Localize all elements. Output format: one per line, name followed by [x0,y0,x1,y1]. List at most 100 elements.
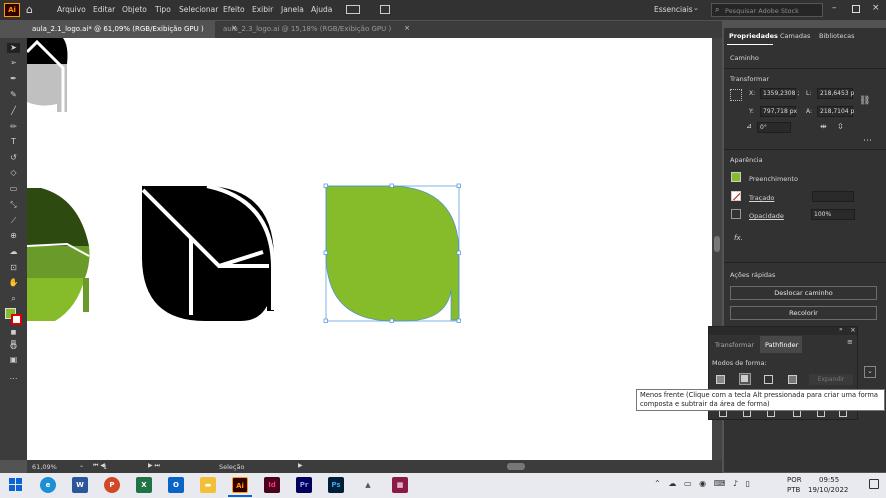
exclude-icon[interactable] [788,375,797,384]
premiere-icon[interactable]: Pr [296,477,312,493]
recolor-button[interactable]: Recolorir [730,306,877,320]
powerpoint-icon[interactable]: P [104,477,120,493]
more-options-icon[interactable]: ⋯ [863,136,872,146]
effects-icon[interactable]: fx. [734,234,743,242]
fill-color-swatch[interactable] [731,172,741,182]
more-tools-icon[interactable]: ⋯ [7,374,20,384]
collapse-icon[interactable]: » [839,326,843,333]
file-explorer-icon[interactable]: ▬ [200,477,216,493]
stroke-color-swatch[interactable] [731,191,741,201]
width-field[interactable]: 218,6453 p [817,88,854,99]
opacity-field[interactable]: 100% [811,209,855,220]
clock-date[interactable]: 19/10/2022 [808,486,848,494]
panel-menu-icon[interactable]: ≡ [847,338,853,346]
workspace-switcher[interactable]: Essenciais [654,5,693,14]
search-stock-field[interactable]: ⌕ Pesquisar Adobe Stock [711,3,823,17]
edge-icon[interactable]: e [40,477,56,493]
maximize-button[interactable] [852,5,860,13]
gray-logo-fragment[interactable] [27,38,68,112]
photoshop-icon[interactable]: Ps [328,477,344,493]
pen-tool-icon[interactable]: ✒ [7,74,20,84]
symbol-sprayer-tool-icon[interactable]: ☁ [7,247,20,257]
windows-start-icon[interactable] [9,478,23,492]
close-icon[interactable]: × [850,326,856,334]
stroke-label[interactable]: Traçado [749,194,774,202]
green-logo-fragment[interactable] [27,188,90,321]
tab-libraries[interactable]: Bibliotecas [819,32,854,40]
arrange-documents-icon[interactable] [346,5,360,14]
status-arrow-icon[interactable]: ▶ [298,462,303,469]
flip-vertical-icon[interactable]: ⇳ [837,122,844,131]
y-field[interactable]: 797,718 px [760,106,797,117]
zoom-level[interactable]: 61,09% [32,463,57,471]
type-tool-icon[interactable]: T [7,137,20,147]
dropdown-button[interactable]: ⌄ [864,366,876,378]
selected-green-leaf[interactable] [323,183,461,323]
menu-tipo[interactable]: Tipo [155,5,171,14]
tab-layers[interactable]: Camadas [780,32,810,40]
notifications-icon[interactable] [869,479,879,489]
teams-icon[interactable]: ▲ [360,477,376,493]
excel-icon[interactable]: X [136,477,152,493]
flip-horizontal-icon[interactable]: ⇹ [820,122,827,131]
rotate-tool-icon[interactable]: ↺ [7,153,20,163]
menu-objeto[interactable]: Objeto [122,5,147,14]
language-code[interactable]: POR [787,476,802,484]
curvature-tool-icon[interactable]: ✎ [7,90,20,100]
link-proportions-icon[interactable]: ⛓ [859,96,870,106]
artboard-tool-icon[interactable]: ⊡ [7,263,20,273]
eyedropper-tool-icon[interactable]: ⟋ [7,216,20,226]
color-mode-icon[interactable]: ■ ▨ [7,328,20,346]
expand-button[interactable]: Expandir [809,374,853,385]
screen-mode-icon[interactable]: ▣ [7,355,20,365]
menu-exibir[interactable]: Exibir [252,5,273,14]
minimize-button[interactable]: – [832,3,837,13]
pencil-tool-icon[interactable]: ✏ [7,122,20,132]
artboard[interactable] [27,38,712,460]
gpu-icon[interactable] [380,5,390,14]
angle-field[interactable]: 0° [757,122,791,133]
menu-arquivo[interactable]: Arquivo [57,5,86,14]
reference-point-icon[interactable] [730,89,742,101]
scroll-thumb[interactable] [714,236,720,252]
tab-aula-2-3[interactable]: aula_2.3_logo.ai @ 15,18% (RGB/Exibição … [218,21,410,38]
unite-icon[interactable] [716,375,725,384]
line-tool-icon[interactable]: ╱ [7,106,20,116]
zoom-tool-icon[interactable]: ⌕ [7,294,20,304]
eraser-tool-icon[interactable]: ◇ [7,168,20,178]
menu-ajuda[interactable]: Ajuda [311,5,332,14]
menu-editar[interactable]: Editar [93,5,115,14]
outlook-icon[interactable]: O [168,477,184,493]
rectangle-tool-icon[interactable]: ▭ [7,184,20,194]
offset-path-button[interactable]: Deslocar caminho [730,286,877,300]
draw-mode-icon[interactable]: ◍ [7,341,20,351]
stroke-swatch[interactable] [11,314,22,325]
home-icon[interactable]: ⌂ [26,3,38,16]
artboard-next-icon[interactable]: ▶ ⏭ [148,462,160,470]
x-field[interactable]: 1359,2308 ; [760,88,799,99]
black-leaf-logo[interactable] [141,184,275,321]
tab-pathfinder[interactable]: Pathfinder [765,341,798,349]
tab-transform[interactable]: Transformar [715,341,754,349]
illustrator-taskbar-icon[interactable]: Ai [232,477,248,493]
direct-selection-tool-icon[interactable]: ➢ [7,58,20,68]
horizontal-scroll-thumb[interactable] [507,463,525,470]
close-icon[interactable]: × [404,24,410,32]
word-icon[interactable]: W [72,477,88,493]
menu-janela[interactable]: Janela [281,5,304,14]
system-tray-icons[interactable]: ⌃ ☁ ▭ ◉ ⌨ ♪ ▯ [654,479,750,488]
tab-properties[interactable]: Propriedades [729,32,778,40]
hand-tool-icon[interactable]: ✋ [7,278,20,288]
selection-tool-icon[interactable]: ➤ [7,43,20,53]
minus-front-icon[interactable] [739,373,751,385]
close-window-button[interactable]: × [872,3,880,13]
opacity-label[interactable]: Opacidade [749,212,784,220]
stroke-weight-field[interactable] [812,191,854,202]
indesign-icon[interactable]: Id [264,477,280,493]
intersect-icon[interactable] [764,375,773,384]
artboard-number[interactable]: 1 [103,463,107,471]
shape-builder-tool-icon[interactable]: ⊕ [7,231,20,241]
tab-aula-2-1[interactable]: aula_2.1_logo.ai* @ 61,09% (RGB/Exibição… [27,21,237,38]
menu-selecionar[interactable]: Selecionar [179,5,218,14]
menu-efeito[interactable]: Efeito [223,5,245,14]
